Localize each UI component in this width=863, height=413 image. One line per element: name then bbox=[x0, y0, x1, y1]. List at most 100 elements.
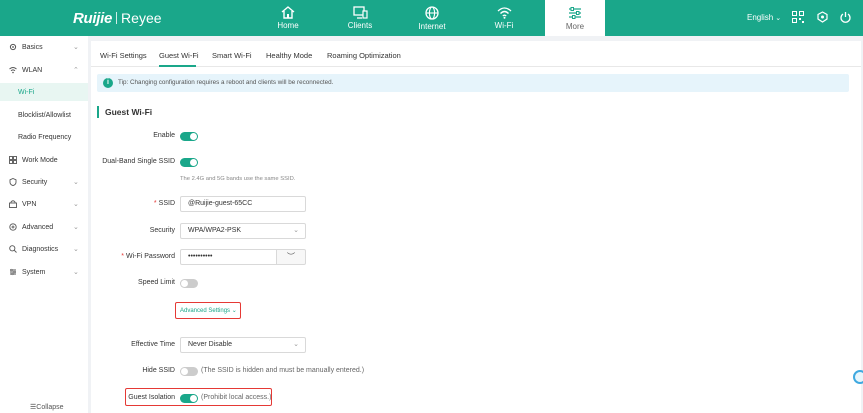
nav-clients[interactable]: Clients bbox=[324, 0, 396, 36]
section-title: Guest Wi-Fi bbox=[97, 106, 152, 118]
security-select[interactable]: WPA/WPA2-PSK ⌄ bbox=[180, 223, 306, 239]
sidebar-item-label: Wi-Fi bbox=[18, 88, 35, 96]
clients-icon bbox=[352, 6, 368, 19]
hide-ssid-note: (The SSID is hidden and must be manually… bbox=[201, 367, 365, 374]
chevron-up-icon: ⌃ bbox=[73, 67, 79, 74]
nav-more[interactable]: More bbox=[545, 0, 605, 36]
chevron-down-icon: ⌄ bbox=[293, 341, 299, 348]
sidebar-item-security[interactable]: Security ⌄ bbox=[0, 173, 88, 191]
wifi-icon bbox=[9, 67, 17, 74]
password-label-text: Wi-Fi Password bbox=[125, 253, 175, 260]
eye-closed-icon: ︶ bbox=[287, 252, 295, 261]
active-tab-indicator bbox=[159, 65, 196, 67]
password-input[interactable]: •••••••••• bbox=[180, 249, 277, 265]
effective-time-value: Never Disable bbox=[188, 341, 232, 348]
vpn-icon bbox=[9, 200, 17, 208]
wifi-icon bbox=[497, 7, 511, 19]
effective-time-label: Effective Time bbox=[131, 341, 175, 348]
system-icon bbox=[10, 268, 16, 276]
ssid-input[interactable]: @Ruijie-guest-65CC bbox=[180, 196, 306, 212]
tab-roaming-optimization[interactable]: Roaming Optimization bbox=[327, 51, 401, 60]
chevron-down-icon: ⌄ bbox=[775, 15, 782, 22]
content-card: Wi-Fi Settings Guest Wi-Fi Smart Wi-Fi H… bbox=[91, 41, 861, 413]
brand-sub: Reyee bbox=[121, 10, 162, 26]
effective-time-select[interactable]: Never Disable ⌄ bbox=[180, 337, 306, 353]
speed-limit-toggle[interactable] bbox=[180, 279, 198, 288]
sidebar-item-blocklist-allowlist[interactable]: Blocklist/Allowlist bbox=[0, 106, 88, 124]
sidebar-item-label: Blocklist/Allowlist bbox=[18, 111, 71, 119]
language-label: English bbox=[747, 13, 774, 22]
collapse-label: Collapse bbox=[36, 404, 64, 411]
tab-wifi-settings[interactable]: Wi-Fi Settings bbox=[100, 51, 147, 60]
tip-banner: i Tip: Changing configuration requires a… bbox=[97, 74, 849, 92]
info-icon: i bbox=[103, 78, 113, 88]
logo-divider bbox=[116, 12, 118, 24]
advanced-settings-label: Advanced Settings bbox=[180, 308, 231, 314]
brand-logo: Ruijie Reyee bbox=[73, 9, 162, 27]
chevron-down-icon: ⌄ bbox=[293, 227, 299, 234]
sidebar-item-label: VPN bbox=[22, 200, 37, 208]
nav-clients-label: Clients bbox=[347, 21, 373, 30]
password-label: * Wi-Fi Password bbox=[55, 253, 175, 260]
diagnostics-icon bbox=[9, 245, 17, 253]
logout-icon[interactable] bbox=[840, 11, 851, 23]
sidebar-item-label: Security bbox=[22, 178, 48, 186]
sidebar: Basics ⌄ WLAN ⌃ Wi-Fi Blocklist/Allowlis… bbox=[0, 36, 88, 413]
nav-home[interactable]: Home bbox=[252, 0, 324, 36]
shield-icon bbox=[9, 178, 17, 186]
nav-internet[interactable]: Internet bbox=[396, 0, 468, 36]
brand-name: Ruijie bbox=[73, 9, 113, 27]
chevron-down-icon: ⌄ bbox=[73, 44, 79, 51]
tab-bar: Wi-Fi Settings Guest Wi-Fi Smart Wi-Fi H… bbox=[91, 41, 861, 67]
advanced-settings-link[interactable]: Advanced Settings ⌄ bbox=[180, 307, 237, 314]
tab-healthy-mode[interactable]: Healthy Mode bbox=[266, 51, 312, 60]
security-value: WPA/WPA2-PSK bbox=[188, 227, 242, 234]
chevron-down-icon: ⌄ bbox=[231, 308, 237, 314]
guest-isolation-label: Guest Isolation bbox=[128, 394, 175, 401]
required-mark: * bbox=[153, 200, 157, 207]
required-mark: * bbox=[121, 253, 124, 260]
sidebar-item-wifi[interactable]: Wi-Fi bbox=[0, 83, 88, 101]
dual-band-hint: The 2.4G and 5G bands use the same SSID. bbox=[180, 176, 296, 182]
collapse-button[interactable]: ☰Collapse bbox=[30, 403, 64, 411]
enable-label: Enable bbox=[153, 132, 175, 139]
dual-band-label: Dual-Band Single SSID bbox=[102, 158, 175, 165]
qr-code-icon[interactable] bbox=[792, 11, 804, 23]
sidebar-item-label: WLAN bbox=[22, 66, 43, 74]
chevron-down-icon: ⌄ bbox=[73, 269, 79, 276]
tab-guest-wifi[interactable]: Guest Wi-Fi bbox=[159, 51, 199, 60]
sidebar-item-label: System bbox=[22, 268, 46, 276]
sidebar-item-wlan[interactable]: WLAN ⌃ bbox=[0, 61, 88, 79]
hide-ssid-toggle[interactable] bbox=[180, 367, 198, 376]
nav-wifi[interactable]: Wi-Fi bbox=[468, 0, 540, 36]
nav-more-label: More bbox=[565, 22, 585, 31]
hierarchy-icon[interactable] bbox=[817, 11, 828, 23]
guest-isolation-toggle[interactable] bbox=[180, 394, 198, 403]
help-chat-icon[interactable] bbox=[853, 370, 863, 384]
grid-icon bbox=[9, 156, 17, 164]
sliders-icon bbox=[569, 7, 581, 19]
sidebar-item-basics[interactable]: Basics ⌄ bbox=[0, 38, 88, 56]
nav-wifi-label: Wi-Fi bbox=[494, 21, 514, 30]
home-icon bbox=[281, 6, 295, 19]
dual-band-toggle[interactable] bbox=[180, 158, 198, 167]
show-password-button[interactable]: ︶ bbox=[277, 249, 306, 265]
top-bar: Ruijie Reyee Home Clients Internet Wi-Fi… bbox=[0, 0, 863, 36]
language-selector[interactable]: English ⌄ bbox=[747, 13, 781, 22]
sidebar-item-label: Advanced bbox=[22, 223, 54, 231]
advanced-icon bbox=[9, 223, 17, 231]
globe-icon bbox=[425, 6, 439, 20]
hide-ssid-label: Hide SSID bbox=[142, 367, 175, 374]
tab-smart-wifi[interactable]: Smart Wi-Fi bbox=[212, 51, 252, 60]
ssid-label: * SSID bbox=[55, 200, 175, 207]
security-label: Security bbox=[149, 227, 175, 234]
guest-isolation-note: (Prohibit local access.) bbox=[201, 394, 272, 401]
enable-toggle[interactable] bbox=[180, 132, 198, 141]
ssid-label-text: SSID bbox=[158, 200, 175, 207]
gear-icon bbox=[9, 43, 17, 51]
nav-internet-label: Internet bbox=[418, 22, 446, 31]
sidebar-item-label: Diagnostics bbox=[22, 245, 59, 253]
sidebar-item-label: Basics bbox=[22, 43, 43, 51]
nav-home-label: Home bbox=[277, 21, 299, 30]
speed-limit-label: Speed Limit bbox=[138, 279, 175, 286]
